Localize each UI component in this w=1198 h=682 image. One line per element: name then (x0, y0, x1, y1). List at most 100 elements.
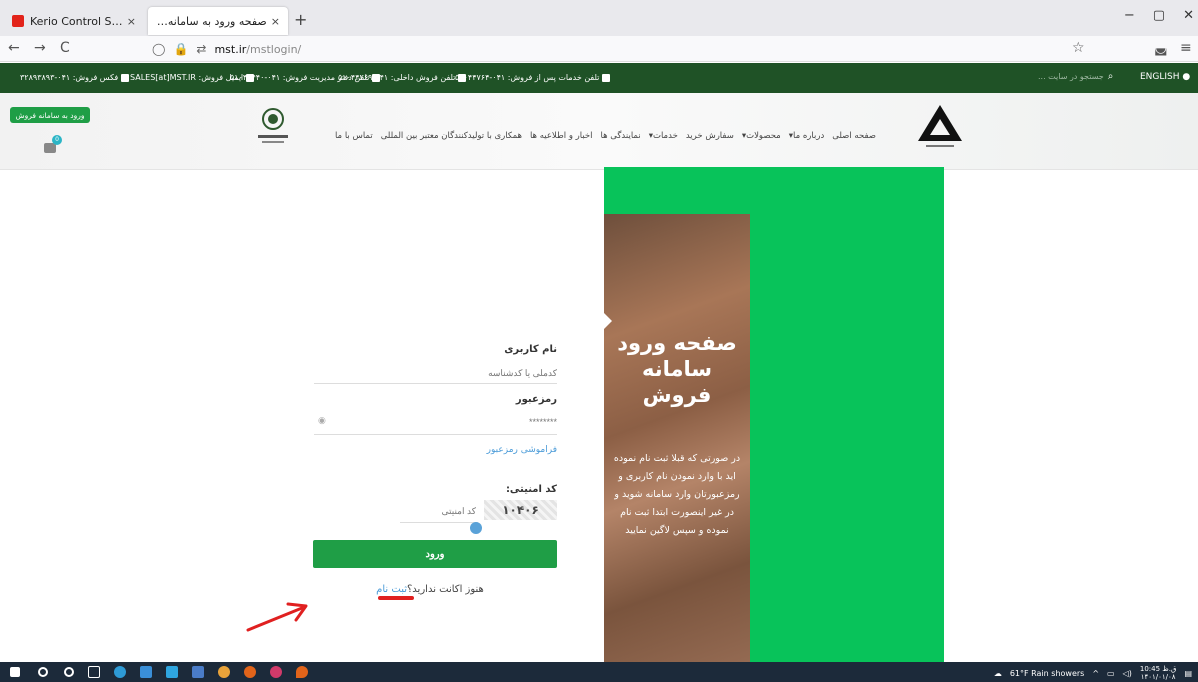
panel-title: صفحه ورود سامانه فروش (617, 331, 737, 407)
contact-item: تلفن خدمات پس از فروش: ۰۴۱-۵۱۰۴۴۷۶۴ (455, 73, 611, 82)
shield-icon: ◯ (152, 42, 166, 56)
main-menu: صفحه اصلی درباره ما▾ محصولات▾ سفارش خرید… (335, 131, 876, 141)
firefox-dev-icon[interactable] (270, 666, 282, 678)
sales-fax: فکس فروش: ۰۴۱-۳۲۸۹۳۸۹۳ (20, 73, 119, 82)
signup-link[interactable]: ثبت نام (376, 584, 407, 595)
maximize-icon[interactable]: ▢ (1153, 8, 1165, 23)
firefox-icon[interactable] (244, 666, 256, 678)
close-window-icon[interactable]: ✕ (1183, 8, 1194, 23)
login-submit-button[interactable]: ورود (313, 540, 557, 568)
notifications-icon[interactable]: ▤ (1184, 669, 1192, 678)
tab-title: Kerio Control Statistics (30, 14, 123, 28)
search-input[interactable]: جستجو در سایت ... (1038, 72, 1104, 81)
weather-text[interactable]: 61°F Rain showers (1010, 669, 1085, 678)
phone-icon (458, 73, 467, 82)
address-bar[interactable]: ◯ 🔒 ⇄ mst.ir/mstlogin/ (152, 39, 1100, 59)
password-underline (314, 434, 557, 435)
login-sales-button[interactable]: ورود به سامانه فروش (10, 107, 90, 123)
store-icon[interactable] (140, 666, 152, 678)
captcha-image: ۱۰۴۰۶ (484, 500, 557, 520)
photos-icon[interactable] (192, 666, 204, 678)
close-tab-icon[interactable]: × (127, 15, 136, 28)
language-switch[interactable]: ENGLISH ● (1140, 72, 1190, 82)
kerio-favicon-icon (12, 15, 24, 27)
menu-item-agencies[interactable]: نمایندگی ها (601, 131, 641, 141)
url-host: mst.ir (214, 42, 247, 56)
username-input[interactable] (314, 364, 557, 382)
browser-navbar: ← → C ◯ 🔒 ⇄ mst.ir/mstlogin/ ☆ ◛ ≡ (0, 36, 1198, 62)
menu-item-cooperation[interactable]: همکاری با تولیدکنندگان معتبر بین المللی (381, 131, 522, 141)
forward-icon[interactable]: → (34, 40, 46, 56)
edge-icon[interactable] (114, 666, 126, 678)
password-label: رمزعبور (515, 394, 557, 405)
tab-kerio[interactable]: Kerio Control Statistics × (4, 7, 144, 35)
date: ۱۴۰۱/۰۱/۰۸ (1140, 673, 1176, 681)
after-sales-phone: تلفن خدمات پس از فروش: ۰۴۱-۵۱۰۴۴۷۶۴ (455, 73, 600, 82)
sales-email[interactable]: ایمیل فروش: SALES[at]MST.IR (130, 73, 243, 82)
panel-description: در صورتی که قبلا ثبت نام نموده اید با وا… (613, 453, 741, 536)
bookmark-star-icon[interactable]: ☆ (1072, 40, 1085, 56)
task-view-icon[interactable] (88, 666, 100, 678)
rock-background-image (604, 214, 750, 662)
cortana-icon[interactable] (64, 667, 74, 677)
app-icon[interactable] (296, 666, 308, 678)
menu-item-order[interactable]: سفارش خرید (686, 131, 734, 141)
menu-icon[interactable]: ≡ (1180, 40, 1192, 56)
phone-icon (602, 73, 611, 82)
time: 10:45 ق.ظ (1139, 665, 1177, 673)
search-icon[interactable]: ⌕ (1108, 71, 1114, 82)
show-password-icon[interactable]: ◉ (318, 416, 326, 426)
company-seal-logo (258, 108, 288, 143)
browser-tab-strip: Kerio Control Statistics × صفحه ورود به … (0, 0, 1198, 36)
site-search[interactable]: جستجو در سایت ... ⌕ (1038, 71, 1113, 82)
captcha-label: کد امنیتی: (505, 484, 557, 495)
language-label[interactable]: ENGLISH (1140, 72, 1180, 82)
clock[interactable]: 10:45 ق.ظ ۱۴۰۱/۰۱/۰۸ (1140, 665, 1177, 681)
close-tab-icon[interactable]: × (271, 15, 280, 28)
password-input[interactable] (334, 414, 557, 430)
phone-icon (372, 73, 381, 82)
search-icon[interactable] (38, 667, 48, 677)
site-header: ورود به سامانه فروش 0 صفحه اصلی درباره م… (0, 93, 1198, 170)
lock-icon: 🔒 (173, 42, 189, 56)
contact-item[interactable]: ایمیل فروش: SALES[at]MST.IR (130, 73, 255, 82)
signup-row: هنوز اکانت ندارید؟ثبت نام (330, 584, 530, 595)
tray-chevron-icon[interactable]: ^ (1092, 669, 1099, 678)
email-icon (246, 73, 255, 82)
menu-item-home[interactable]: صفحه اصلی (832, 131, 876, 141)
red-underline-annotation (378, 596, 414, 600)
signup-prompt: هنوز اکانت ندارید؟ (407, 584, 484, 595)
chrome-icon[interactable] (218, 666, 230, 678)
refresh-captcha-icon[interactable] (470, 522, 482, 534)
fax-icon (121, 73, 130, 82)
forgot-password-link[interactable]: فراموشی رمزعبور (400, 445, 557, 455)
volume-icon[interactable]: ◁) (1123, 669, 1132, 678)
menu-item-services[interactable]: خدمات▾ (649, 131, 678, 141)
mail-icon[interactable] (166, 666, 178, 678)
cart-icon[interactable]: 0 (44, 135, 62, 155)
menu-item-products[interactable]: محصولات▾ (742, 131, 781, 141)
menu-item-about[interactable]: درباره ما▾ (789, 131, 825, 141)
tab-mst-login[interactable]: صفحه ورود به سامانه فروش محصولات × (148, 7, 288, 35)
windows-taskbar: ☁ 61°F Rain showers ^ ▭ ◁) 10:45 ق.ظ ۱۴۰… (0, 662, 1198, 682)
menu-item-news[interactable]: اخبار و اطلاعیه ها (530, 131, 593, 141)
captcha-underline (400, 522, 478, 523)
globe-icon: ● (1182, 72, 1191, 82)
captcha-input[interactable] (400, 503, 476, 519)
minimize-icon[interactable]: − (1124, 8, 1135, 23)
cart-count-badge: 0 (52, 135, 62, 145)
contact-item: فکس فروش: ۰۴۱-۳۲۸۹۳۸۹۳ (20, 73, 130, 82)
new-tab-button[interactable]: + (294, 10, 307, 29)
system-tray: ☁ 61°F Rain showers ^ ▭ ◁) 10:45 ق.ظ ۱۴۰… (994, 665, 1192, 681)
permissions-icon: ⇄ (196, 42, 207, 56)
back-icon[interactable]: ← (8, 40, 20, 56)
reload-icon[interactable]: C (60, 40, 70, 56)
menu-item-contact[interactable]: تماس با ما (335, 131, 373, 141)
username-label: نام کاربری (504, 344, 557, 355)
pocket-icon[interactable]: ◛ (1154, 40, 1168, 56)
weather-icon: ☁ (993, 668, 1002, 678)
windows-start-icon[interactable] (10, 667, 20, 677)
brand-logo[interactable] (912, 101, 968, 153)
network-icon[interactable]: ▭ (1107, 669, 1115, 678)
tab-title: صفحه ورود به سامانه فروش محصولات (156, 14, 267, 28)
